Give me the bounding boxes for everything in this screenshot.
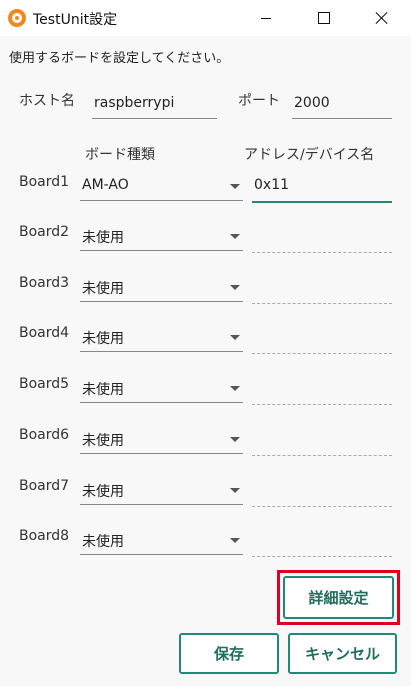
board3-label: Board3 [19,275,70,291]
board6-type-value: 未使用 [82,433,124,449]
maximize-icon [318,12,330,24]
board5-label: Board5 [19,376,70,392]
board1-type-select[interactable]: AM-AO [80,171,243,201]
board1-type-value: AM-AO [82,177,129,193]
maximize-button[interactable] [295,0,353,36]
window-title: TestUnit設定 [33,12,118,28]
board7-type-select[interactable]: 未使用 [80,475,243,505]
host-label: ホスト名 [19,93,75,109]
board7-type-value: 未使用 [82,484,124,500]
save-button[interactable]: 保存 [179,633,279,674]
chevron-down-icon [230,285,240,290]
board3-address-input[interactable] [252,275,392,304]
chevron-down-icon [230,184,240,189]
board6-address-input[interactable] [252,427,392,456]
close-button[interactable] [353,0,411,36]
board6-label: Board6 [19,427,70,443]
board4-label: Board4 [19,325,70,341]
address-header: アドレス/デバイス名 [244,147,375,163]
board8-type-value: 未使用 [82,534,124,550]
instruction-text: 使用するボードを設定してください。 [9,51,230,66]
board2-type-value: 未使用 [82,230,124,246]
board2-address-input[interactable] [252,224,392,253]
board8-type-select[interactable]: 未使用 [80,525,243,555]
chevron-down-icon [230,335,240,340]
advanced-settings-button[interactable]: 詳細設定 [283,576,394,619]
minimize-button[interactable] [237,0,295,36]
board1-label: Board1 [19,174,70,190]
board4-type-value: 未使用 [82,331,124,347]
host-input[interactable]: raspberrypi [92,92,217,119]
port-input[interactable]: 2000 [292,92,392,119]
board3-type-select[interactable]: 未使用 [80,272,243,302]
board3-type-value: 未使用 [82,281,124,297]
board2-label: Board2 [19,224,70,240]
chevron-down-icon [230,386,240,391]
port-label: ポート [238,93,280,109]
chevron-down-icon [230,538,240,543]
chevron-down-icon [230,437,240,442]
board5-type-value: 未使用 [82,382,124,398]
board5-type-select[interactable]: 未使用 [80,373,243,403]
board-type-header: ボード種類 [85,147,155,163]
cancel-button[interactable]: キャンセル [288,633,397,674]
board8-label: Board8 [19,528,70,544]
board6-type-select[interactable]: 未使用 [80,424,243,454]
board7-address-input[interactable] [252,478,392,507]
board4-type-select[interactable]: 未使用 [80,322,243,352]
board8-address-input[interactable] [252,528,392,557]
board4-address-input[interactable] [252,325,392,354]
board1-address-input[interactable]: 0x11 [252,174,392,203]
chevron-down-icon [230,234,240,239]
board2-type-select[interactable]: 未使用 [80,221,243,251]
close-icon [375,11,389,25]
app-icon [8,9,26,27]
title-bar: TestUnit設定 [0,0,411,36]
board7-label: Board7 [19,478,70,494]
board5-address-input[interactable] [252,376,392,405]
chevron-down-icon [230,488,240,493]
minimize-icon [261,17,271,19]
